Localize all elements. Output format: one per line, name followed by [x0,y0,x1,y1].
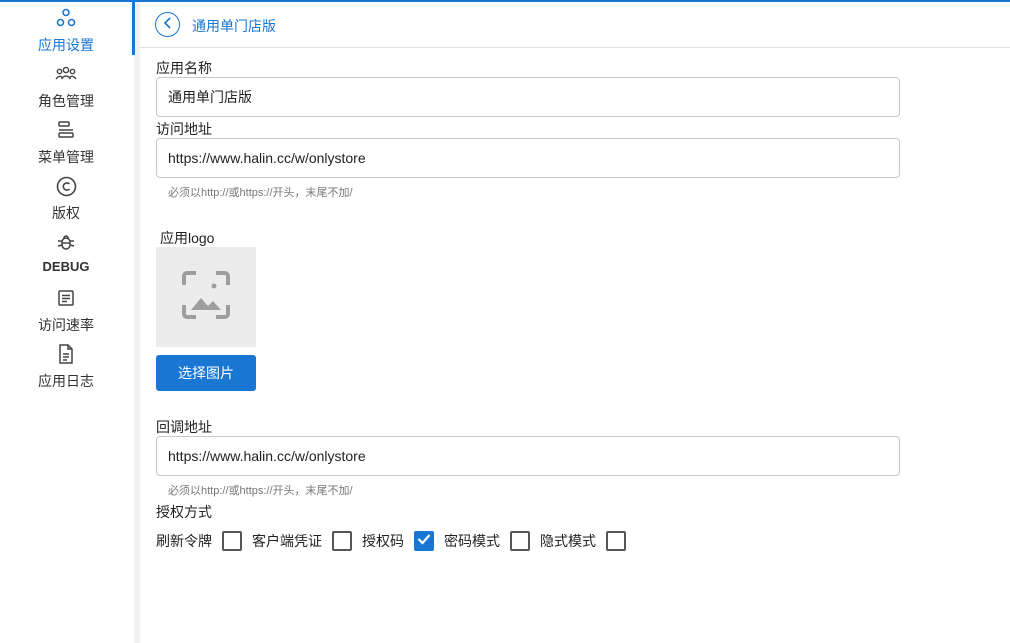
page-title: 通用单门店版 [192,18,276,34]
sidebar-item-label: 菜单管理 [38,149,94,165]
client-credentials-checkbox[interactable] [332,531,352,551]
page-header: 通用单门店版 [140,2,1010,48]
sidebar-item-debug[interactable]: DEBUG [0,228,132,282]
app-name-input[interactable] [156,77,900,117]
sidebar-item-label: 应用设置 [38,37,94,53]
sidebar-item-label: 应用日志 [38,373,94,389]
auth-option-label: 密码模式 [444,533,500,549]
implicit-mode-checkbox[interactable] [606,531,626,551]
callback-url-label: 回调地址 [156,419,212,435]
access-url-input[interactable] [156,138,900,178]
access-url-label: 访问地址 [156,121,212,137]
callback-url-input[interactable] [156,436,900,476]
access-url-hint: 必须以http://或https://开头，末尾不加/ [168,187,353,199]
auth-options: 刷新令牌 客户端凭证 授权码 密码模式 隐式模式 [156,530,636,552]
sidebar: 应用设置 角色管理 菜单管理 版权 DEBUG 访问速率 应用日志 [0,2,134,643]
sidebar-item-copyright[interactable]: 版权 [0,172,132,226]
check-icon [417,532,431,550]
password-mode-checkbox[interactable] [510,531,530,551]
image-placeholder-icon [180,269,232,326]
auth-option-label: 授权码 [362,533,404,549]
logo-preview[interactable] [156,247,256,347]
menu-bars-icon [55,119,77,141]
sidebar-item-app-settings[interactable]: 应用设置 [0,4,132,58]
sidebar-item-label: 角色管理 [38,93,94,109]
sidebar-active-indicator [132,2,135,55]
auth-option-label: 客户端凭证 [252,533,322,549]
back-button[interactable] [155,12,180,37]
main-content: 通用单门店版 应用名称 访问地址 必须以http://或https://开头，末… [140,2,1010,643]
sidebar-item-label: 访问速率 [38,317,94,333]
auth-method-label: 授权方式 [156,504,212,520]
sidebar-item-label: 版权 [52,205,80,221]
bug-icon [55,231,77,253]
document-lines-icon [55,287,77,309]
sidebar-item-app-logs[interactable]: 应用日志 [0,340,132,394]
sidebar-item-label: DEBUG [42,259,90,274]
app-logo-label: 应用logo [160,230,215,246]
choose-image-button[interactable]: 选择图片 [156,355,256,391]
refresh-token-checkbox[interactable] [222,531,242,551]
copyright-icon [55,175,77,197]
callback-url-hint: 必须以http://或https://开头，末尾不加/ [168,485,353,497]
authorization-code-checkbox[interactable] [414,531,434,551]
file-text-icon [55,343,77,365]
sidebar-item-roles[interactable]: 角色管理 [0,60,132,114]
apps-hub-icon [55,7,77,29]
group-icon [55,63,77,85]
sidebar-item-menus[interactable]: 菜单管理 [0,116,132,170]
app-name-label: 应用名称 [156,60,212,76]
auth-option-label: 隐式模式 [540,533,596,549]
chevron-left-icon [163,16,173,34]
auth-option-label: 刷新令牌 [156,533,212,549]
sidebar-item-access-rate[interactable]: 访问速率 [0,284,132,338]
